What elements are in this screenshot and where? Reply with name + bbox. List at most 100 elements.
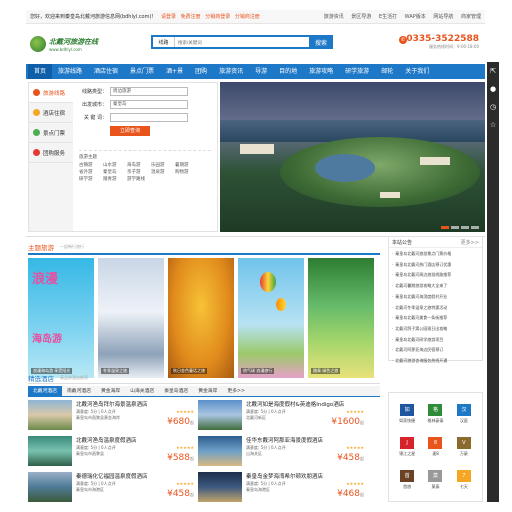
notice-item[interactable]: 秦皇岛北戴河热门酒店预订优惠 xyxy=(392,260,479,271)
hotel-tab[interactable]: 南戴河酒店 xyxy=(62,386,96,396)
user-icon[interactable]: ● xyxy=(487,80,499,98)
top-link[interactable]: 景区导游 xyxy=(351,14,371,20)
notice-item[interactable]: 秦皇岛北戴河研学旅游项目 xyxy=(392,335,479,346)
brand-logo[interactable]: 格格林豪泰 xyxy=(421,397,449,430)
brand-logo[interactable]: 汉汉庭 xyxy=(450,397,478,430)
hot-tag[interactable]: 山水游 xyxy=(103,162,127,168)
hotel-card[interactable]: 北戴河渔岛拜尔海景温泉酒店 满意度: 5分 | 0人点评 ★★★★★ 秦皇岛市昌黎… xyxy=(28,400,198,433)
site-logo[interactable]: 北戴河旅游在线 www.bdhlyl.com xyxy=(30,36,150,52)
hero-banner[interactable] xyxy=(220,82,485,232)
brand-logo[interactable]: J 锦江之星 xyxy=(393,430,421,463)
hotel-address: 秦皇岛海港区 xyxy=(246,487,270,492)
nav-item[interactable]: 导游 xyxy=(249,64,273,79)
hot-tag[interactable]: 温泉游 xyxy=(151,169,175,175)
query-button[interactable]: 立即查询 xyxy=(110,126,150,136)
keyword-input[interactable] xyxy=(110,113,188,122)
hotel-card[interactable]: 佳华东戴河阿那亚海景度假酒店 满意度: 5分 | 0人点评 ★★★★★ 山海关区 … xyxy=(198,436,368,469)
brand-logo[interactable]: 首首旅 xyxy=(393,464,421,497)
share-icon[interactable]: ⇱ xyxy=(487,62,499,80)
tab-hotels[interactable]: 酒店住宿 xyxy=(29,103,73,123)
carousel-dot[interactable] xyxy=(441,226,449,229)
hot-tag[interactable]: 海岛游 xyxy=(127,162,151,168)
partner-login-link[interactable]: 分销商登录 xyxy=(205,14,230,20)
nav-item[interactable]: 旅游资讯 xyxy=(213,64,249,79)
tab-tours[interactable]: 旅游线路 xyxy=(29,83,73,103)
search-button[interactable]: 搜索 xyxy=(309,35,333,49)
top-link[interactable]: 商家管理 xyxy=(461,14,481,20)
notice-more-link[interactable]: 更多>> xyxy=(461,239,479,246)
carousel-dot[interactable] xyxy=(451,226,459,229)
tab-group[interactable]: 团购服务 xyxy=(29,143,73,163)
login-link[interactable]: 请登录 xyxy=(161,14,176,20)
nav-item[interactable]: 关于我们 xyxy=(399,64,435,79)
hot-tag[interactable]: 踏青游 xyxy=(103,176,127,182)
nav-item[interactable]: 旅游攻略 xyxy=(303,64,339,79)
tour-card[interactable]: 冬季温泉之旅 xyxy=(98,258,164,378)
nav-item[interactable]: 研学旅游 xyxy=(339,64,375,79)
notice-item[interactable]: 北戴河鸽子窝公园观日出攻略 xyxy=(392,324,479,335)
nav-item[interactable]: 酒+景 xyxy=(160,64,189,79)
nav-item[interactable]: 团购 xyxy=(189,64,213,79)
top-link[interactable]: E生活打 xyxy=(379,14,397,20)
hero-section: 旅游线路 酒店住宿 景点门票 团购服务 线路类型： 周边旅游 出发城市： 秦皇岛 关… xyxy=(26,79,485,237)
tour-card[interactable]: 浪漫 海岛游 浪漫海岛游 享受阳光 xyxy=(28,258,94,378)
hot-tag[interactable]: 购物游 xyxy=(175,169,199,175)
hotel-tab[interactable]: 北戴河酒店 xyxy=(28,386,62,396)
notice-item[interactable]: 秦皇岛北戴河周边旅游线路推荐 xyxy=(392,270,479,281)
route-type-select[interactable]: 周边旅游 xyxy=(110,87,188,96)
departure-city-select[interactable]: 秦皇岛 xyxy=(110,100,188,109)
register-link[interactable]: 免费注册 xyxy=(181,14,201,20)
tour-card[interactable]: 热气球 浪漫旅行 xyxy=(238,258,304,378)
notice-item[interactable]: 北戴河冬季温泉之旅特惠活动 xyxy=(392,303,479,314)
notice-item[interactable]: 北戴河阿那亚海边民宿预订 xyxy=(392,345,479,356)
top-link[interactable]: 旅游资讯 xyxy=(324,14,344,20)
brand-logo[interactable]: 8 速8 xyxy=(421,430,449,463)
hotel-tab[interactable]: 山海关酒店 xyxy=(125,386,159,396)
nav-item[interactable]: 目的地 xyxy=(273,64,303,79)
brand-logo[interactable]: 莫莫泰 xyxy=(421,464,449,497)
favorite-icon[interactable]: ☆ xyxy=(487,116,499,134)
notice-item[interactable]: 北戴河旅游咨询服务热线开通 xyxy=(392,356,479,367)
brand-logo[interactable]: 7 七天 xyxy=(450,464,478,497)
hot-tag[interactable]: 古镇游 xyxy=(79,162,103,168)
partner-register-link[interactable]: 分销商注册 xyxy=(235,14,260,20)
nav-item[interactable]: 景点门票 xyxy=(124,64,160,79)
carousel-dot[interactable] xyxy=(461,226,469,229)
hotel-tab[interactable]: 黄金海岸 xyxy=(96,386,125,396)
tour-card[interactable]: 秋日金色童话之旅 xyxy=(168,258,234,378)
top-link[interactable]: 网站导航 xyxy=(433,14,453,20)
hotel-tab[interactable]: 黄金海岸 xyxy=(193,386,222,396)
search-input[interactable] xyxy=(175,37,331,47)
top-link[interactable]: WAP版本 xyxy=(405,14,426,20)
brand-logo[interactable]: V 万豪 xyxy=(450,430,478,463)
brand-icon: 首 xyxy=(400,470,415,483)
nav-item[interactable]: 邮轮 xyxy=(375,64,399,79)
carousel-dot[interactable] xyxy=(471,226,479,229)
hot-tag[interactable]: 游学路线 xyxy=(127,176,151,182)
hot-tag[interactable]: 乐园游 xyxy=(151,162,175,168)
hotel-tab[interactable]: 秦皇岛酒店 xyxy=(159,386,193,396)
notice-item[interactable]: 北戴河暑期旅游攻略大全来了 xyxy=(392,281,479,292)
keyword-label: 关 键 词： xyxy=(83,115,107,121)
tab-tickets[interactable]: 景点门票 xyxy=(29,123,73,143)
search-type-select[interactable]: 线路 xyxy=(153,37,175,47)
tour-card[interactable]: 踏青 绿色之旅 xyxy=(308,258,374,378)
notice-item[interactable]: 秦皇岛北戴河旅游景点门票价格 xyxy=(392,249,479,260)
hotel-card[interactable]: 北戴河如是海度假村&英迪格Indigo酒店 满意度: 5分 | 0人点评 ★★★★… xyxy=(198,400,368,433)
hot-tag[interactable]: 秦皇岛 xyxy=(103,169,127,175)
hot-tag[interactable]: 研学游 xyxy=(79,176,103,182)
notice-item[interactable]: 秦皇岛北戴河美食一条街推荐 xyxy=(392,313,479,324)
hotel-card[interactable]: 秦德瑞化亿福园温泉度假酒店 满意度: 5分 | 0人点评 ★★★★★ 秦皇岛市海港… xyxy=(28,472,198,502)
hotel-tab-more[interactable]: 更多>> xyxy=(222,386,250,396)
hot-tag[interactable]: 暑期游 xyxy=(175,162,199,168)
notice-item[interactable]: 秦皇岛北戴河海滨度假村开业 xyxy=(392,292,479,303)
hot-tag[interactable]: 亲子游 xyxy=(127,169,151,175)
history-icon[interactable]: ◷ xyxy=(487,98,499,116)
nav-item[interactable]: 酒店住宿 xyxy=(88,64,124,79)
nav-item-home[interactable]: 首页 xyxy=(28,64,53,79)
brand-logo[interactable]: 如如家快捷 xyxy=(393,397,421,430)
nav-item[interactable]: 旅游线路 xyxy=(52,64,88,79)
hotel-card[interactable]: 北戴河渔岛温泉度假酒店 满意度: 5分 | 0人点评 ★★★★★ 秦皇岛市昌黎县 … xyxy=(28,436,198,469)
hotel-card[interactable]: 秦皇岛金梦海湾希尔顿欢朋酒店 满意度: 5分 | 0人点评 ★★★★★ 秦皇岛海港… xyxy=(198,472,368,502)
hot-tag[interactable]: 省外游 xyxy=(79,169,103,175)
